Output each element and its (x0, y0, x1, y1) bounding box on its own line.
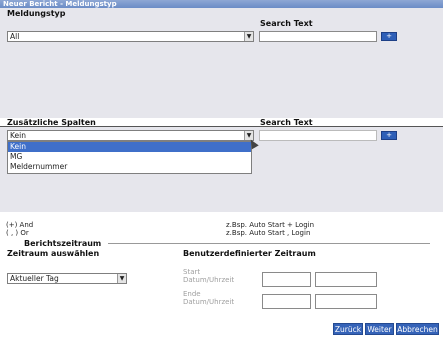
ende-datetime-label: Datum/Uhrzeit (183, 298, 235, 306)
meldungstyp-panel (0, 8, 443, 118)
or-example: z.Bsp. Auto Start , Login (226, 229, 311, 237)
list-item[interactable]: MG (8, 152, 251, 162)
berichtszeitraum-divider (108, 243, 430, 244)
cancel-button[interactable]: Abbrechen (396, 323, 439, 335)
end-time-input[interactable] (315, 294, 377, 309)
chevron-down-icon[interactable]: ▼ (244, 32, 253, 41)
and-example: z.Bsp. Auto Start + Login (226, 221, 315, 229)
meldungstyp-select-value: All (10, 32, 20, 41)
start-time-input[interactable] (315, 272, 377, 287)
next-button[interactable]: Weiter (365, 323, 394, 335)
zeitraum-auswaehlen-label: Zeitraum auswählen (7, 249, 100, 258)
or-operator-label: ( , ) Or (6, 229, 29, 237)
window-title: Neuer Bericht - Meldungstyp (0, 0, 443, 8)
search-text-input-2[interactable] (259, 130, 377, 141)
start-datetime-label: Datum/Uhrzeit (183, 276, 235, 284)
berichtszeitraum-title: Berichtszeitraum (24, 239, 102, 248)
ende-label: Ende (183, 290, 201, 298)
zusaetzliche-spalten-select-value: Kein (10, 131, 26, 140)
start-label: Start (183, 268, 201, 276)
zeitraum-select[interactable]: Aktueller Tag ▼ (7, 273, 127, 284)
meldungstyp-label: Meldungstyp (7, 9, 66, 18)
meldungstyp-select[interactable]: All ▼ (7, 31, 254, 42)
spalten-dropdown-list: Kein MG Meldernummer (7, 141, 252, 174)
add-search-button-2[interactable]: + (381, 131, 397, 140)
zusaetzliche-spalten-select[interactable]: Kein ▼ (7, 130, 254, 141)
search-text-label-1: Search Text (260, 19, 313, 28)
start-date-input[interactable] (262, 272, 311, 287)
chevron-down-icon[interactable]: ▼ (117, 274, 126, 283)
list-item[interactable]: Kein (8, 142, 251, 152)
and-operator-label: (+) And (6, 221, 34, 229)
zusaetzliche-spalten-label: Zusätzliche Spalten (7, 118, 96, 127)
end-date-input[interactable] (262, 294, 311, 309)
zeitraum-select-value: Aktueller Tag (10, 274, 59, 283)
benutzerdefinierter-zeitraum-label: Benutzerdefinierter Zeitraum (183, 249, 316, 258)
search-text-label-2: Search Text (260, 118, 313, 127)
add-search-button-1[interactable]: + (381, 32, 397, 41)
list-item[interactable]: Meldernummer (8, 162, 251, 172)
back-button[interactable]: Zurück (333, 323, 363, 335)
search-text-input-1[interactable] (259, 31, 377, 42)
